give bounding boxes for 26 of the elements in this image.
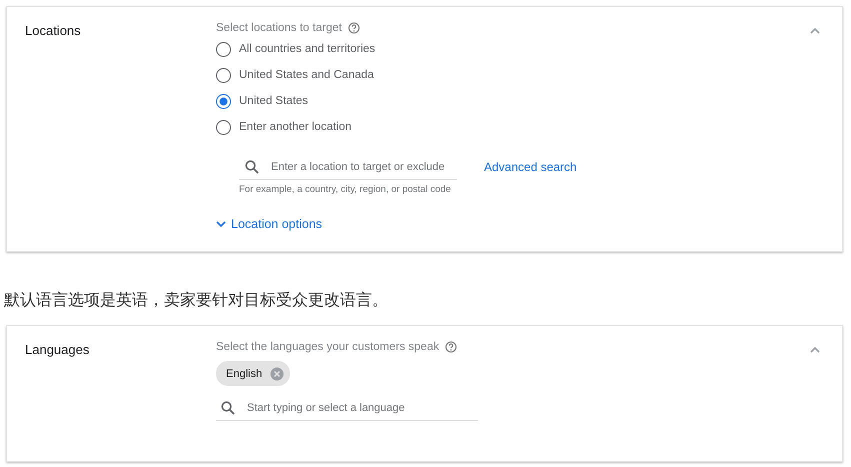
location-options-toggle[interactable]: Location options: [216, 217, 322, 231]
radio-button[interactable]: [216, 120, 231, 134]
search-field[interactable]: Start typing or select a language: [247, 402, 478, 414]
radio-button[interactable]: [216, 42, 231, 56]
help-icon[interactable]: [445, 341, 458, 353]
section-title: Locations: [25, 23, 81, 40]
chevron-icon[interactable]: [216, 220, 226, 228]
caption-text: 默认语言选项是英语，卖家要针对目标受众更改语言。: [4, 290, 388, 309]
option-label: Enter another location: [239, 121, 352, 133]
section-title: Languages: [25, 342, 90, 359]
collapse-chevron-icon[interactable]: [810, 27, 820, 34]
helper-text: For example, a country, city, region, or postal code: [239, 184, 452, 195]
search-icon: [245, 160, 259, 174]
prompt-label: Select the languages your customers speak: [216, 341, 440, 353]
option-label: United States: [239, 95, 308, 107]
radio-button[interactable]: [216, 68, 231, 82]
language-chip[interactable]: English: [216, 361, 290, 386]
help-icon[interactable]: [348, 22, 360, 34]
search-icon: [221, 401, 235, 415]
search-field[interactable]: Enter a location to target or exclude: [271, 161, 457, 173]
option-label: All countries and territories: [239, 43, 376, 55]
prompt-label: Select locations to target: [216, 22, 342, 34]
option-label: United States and Canada: [239, 69, 374, 81]
advanced-search-link[interactable]: Advanced search: [484, 160, 577, 174]
radio-button[interactable]: [216, 94, 231, 108]
collapse-chevron-icon[interactable]: [810, 346, 820, 353]
